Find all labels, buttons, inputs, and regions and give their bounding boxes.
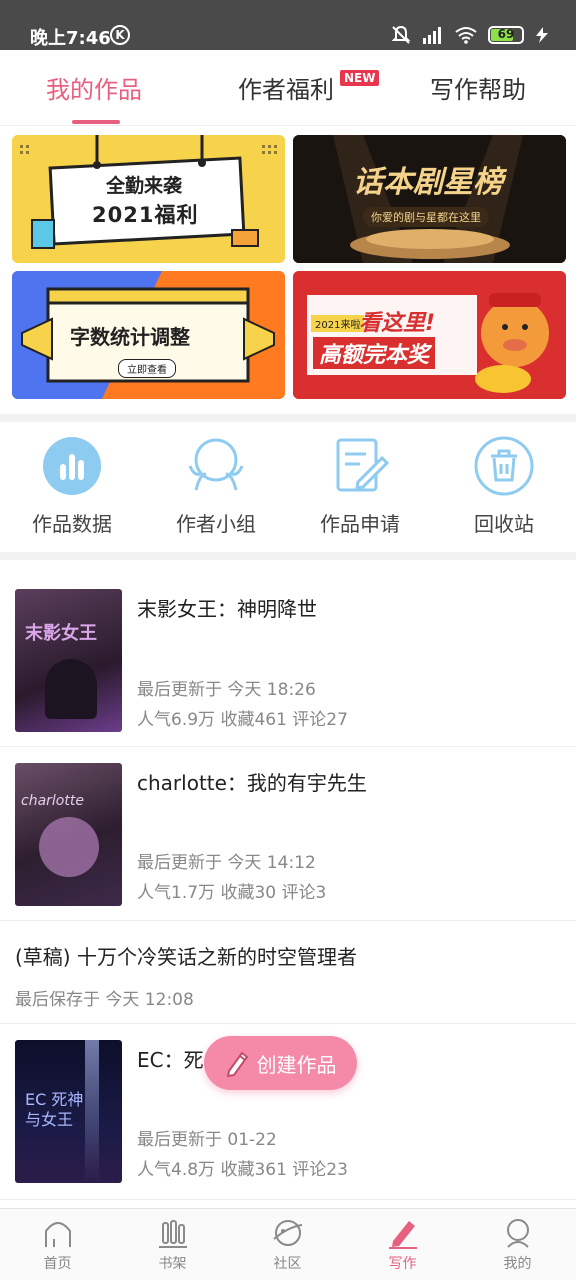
tab-my-works[interactable]: 我的作品 (46, 70, 142, 105)
banner-word-count-button: 立即查看 (118, 359, 176, 378)
work-cover: 末影女王 (15, 589, 122, 732)
tab-writing-help[interactable]: 写作帮助 (430, 70, 526, 105)
shortcut-recycle-bin[interactable]: 回收站 (432, 436, 576, 537)
work-updated: 最后更新于 01-22 (137, 1130, 277, 1150)
shortcut-label: 回收站 (474, 512, 534, 536)
profile-icon (506, 1219, 529, 1248)
trash-icon (474, 436, 534, 496)
nav-label: 首页 (43, 1256, 72, 1272)
work-updated: 最后更新于 今天 18:26 (137, 680, 316, 700)
nav-label: 我的 (503, 1256, 532, 1272)
section-divider (0, 414, 576, 422)
list-item[interactable]: 末影女王 末影女王：神明降世 最后更新于 今天 18:26 人气6.9万 收藏4… (0, 560, 576, 747)
banner-completion-line2: 高额完本奖 (313, 337, 436, 369)
top-tabs: 我的作品 作者福利 NEW 写作帮助 (0, 50, 576, 126)
shortcut-work-data[interactable]: 作品数据 (0, 436, 144, 537)
banner-word-count[interactable]: 字数统计调整 立即查看 (12, 271, 285, 399)
nav-write[interactable]: 写作 (345, 1217, 460, 1273)
banner-grid: 全勤来袭 2021福利 话本剧星榜 你爱的剧与星都在这里 字数统计调整 立即查看 (0, 126, 576, 414)
shortcut-work-application[interactable]: 作品申请 (288, 436, 432, 537)
nav-home[interactable]: 首页 (0, 1217, 115, 1273)
work-title: (草稿) 十万个冷笑话之新的时空管理者 (15, 945, 357, 969)
charging-icon (536, 27, 548, 43)
work-title: EC：死 (137, 1048, 204, 1072)
battery-icon: 69 (488, 26, 524, 44)
pencil-icon (226, 1051, 248, 1077)
banner-attendance-line2: 2021福利 (92, 203, 199, 227)
banner-attendance[interactable]: 全勤来袭 2021福利 (12, 135, 285, 263)
nav-label: 社区 (273, 1256, 302, 1272)
shortcut-label: 作品申请 (320, 512, 400, 536)
section-divider (0, 552, 576, 560)
shortcut-author-group[interactable]: 作者小组 (144, 436, 288, 537)
planet-icon (272, 1220, 302, 1246)
banner-completion-award[interactable]: 2021来啦 看这里! 高额完本奖 (293, 271, 566, 399)
work-title: 末影女王：神明降世 (137, 597, 317, 621)
work-cover: EC 死神 与女王 (15, 1040, 122, 1183)
banner-star-ranking-title: 话本剧星榜 (353, 165, 503, 200)
work-updated: 最后保存于 今天 12:08 (15, 990, 194, 1010)
pen-icon (388, 1221, 417, 1249)
shortcut-row: 作品数据 作者小组 作品申请 回收站 (0, 422, 576, 552)
new-badge: NEW (340, 70, 380, 86)
k-app-icon: K (110, 25, 130, 45)
work-stats: 人气6.9万 收藏461 评论27 (137, 710, 348, 730)
bottom-nav: 首页 书架 社区 写作 我的 (0, 1208, 576, 1280)
battery-level: 69 (497, 27, 515, 41)
banner-attendance-line1: 全勤来袭 (106, 175, 183, 197)
work-title: charlotte：我的有宇先生 (137, 771, 367, 795)
bar-chart-icon (43, 437, 101, 495)
banner-star-ranking-sub: 你爱的剧与星都在这里 (363, 207, 489, 227)
signal-icon (423, 27, 441, 44)
list-item[interactable]: (草稿) 十万个冷笑话之新的时空管理者 最后保存于 今天 12:08 (0, 921, 576, 1024)
cover-text: charlotte (21, 793, 84, 809)
nav-bookshelf[interactable]: 书架 (115, 1217, 230, 1273)
work-cover: charlotte (15, 763, 122, 906)
banner-completion-line1: 看这里! (359, 311, 436, 336)
nav-label: 写作 (388, 1256, 417, 1272)
create-work-label: 创建作品 (256, 1052, 337, 1077)
shortcut-label: 作者小组 (176, 512, 256, 536)
edit-document-icon (336, 438, 390, 492)
wifi-icon (455, 27, 477, 44)
status-time: 晚上7:46 (30, 28, 111, 49)
active-tab-indicator (72, 120, 120, 124)
home-icon (44, 1222, 71, 1247)
nav-community[interactable]: 社区 (230, 1217, 345, 1273)
cover-text: 末影女王 (25, 623, 97, 644)
nav-me[interactable]: 我的 (460, 1217, 575, 1273)
list-item[interactable]: charlotte charlotte：我的有宇先生 最后更新于 今天 14:1… (0, 747, 576, 921)
banner-completion-tag: 2021来啦 (311, 315, 365, 332)
banner-star-ranking[interactable]: 话本剧星榜 你爱的剧与星都在这里 (293, 135, 566, 263)
work-stats: 人气1.7万 收藏30 评论3 (137, 883, 327, 903)
banner-word-count-title: 字数统计调整 (70, 325, 190, 349)
work-stats: 人气4.8万 收藏361 评论23 (137, 1160, 348, 1180)
shortcut-label: 作品数据 (32, 512, 112, 536)
mute-bell-icon (391, 25, 411, 44)
status-bar: 晚上7:46 K 69 (0, 0, 576, 50)
bookshelf-icon (158, 1220, 187, 1248)
work-updated: 最后更新于 今天 14:12 (137, 853, 316, 873)
nav-label: 书架 (158, 1256, 187, 1272)
create-work-button[interactable]: 创建作品 (204, 1036, 357, 1090)
group-icon (188, 438, 244, 491)
status-icons: 69 (390, 24, 550, 46)
tab-author-benefits[interactable]: 作者福利 (238, 70, 334, 105)
